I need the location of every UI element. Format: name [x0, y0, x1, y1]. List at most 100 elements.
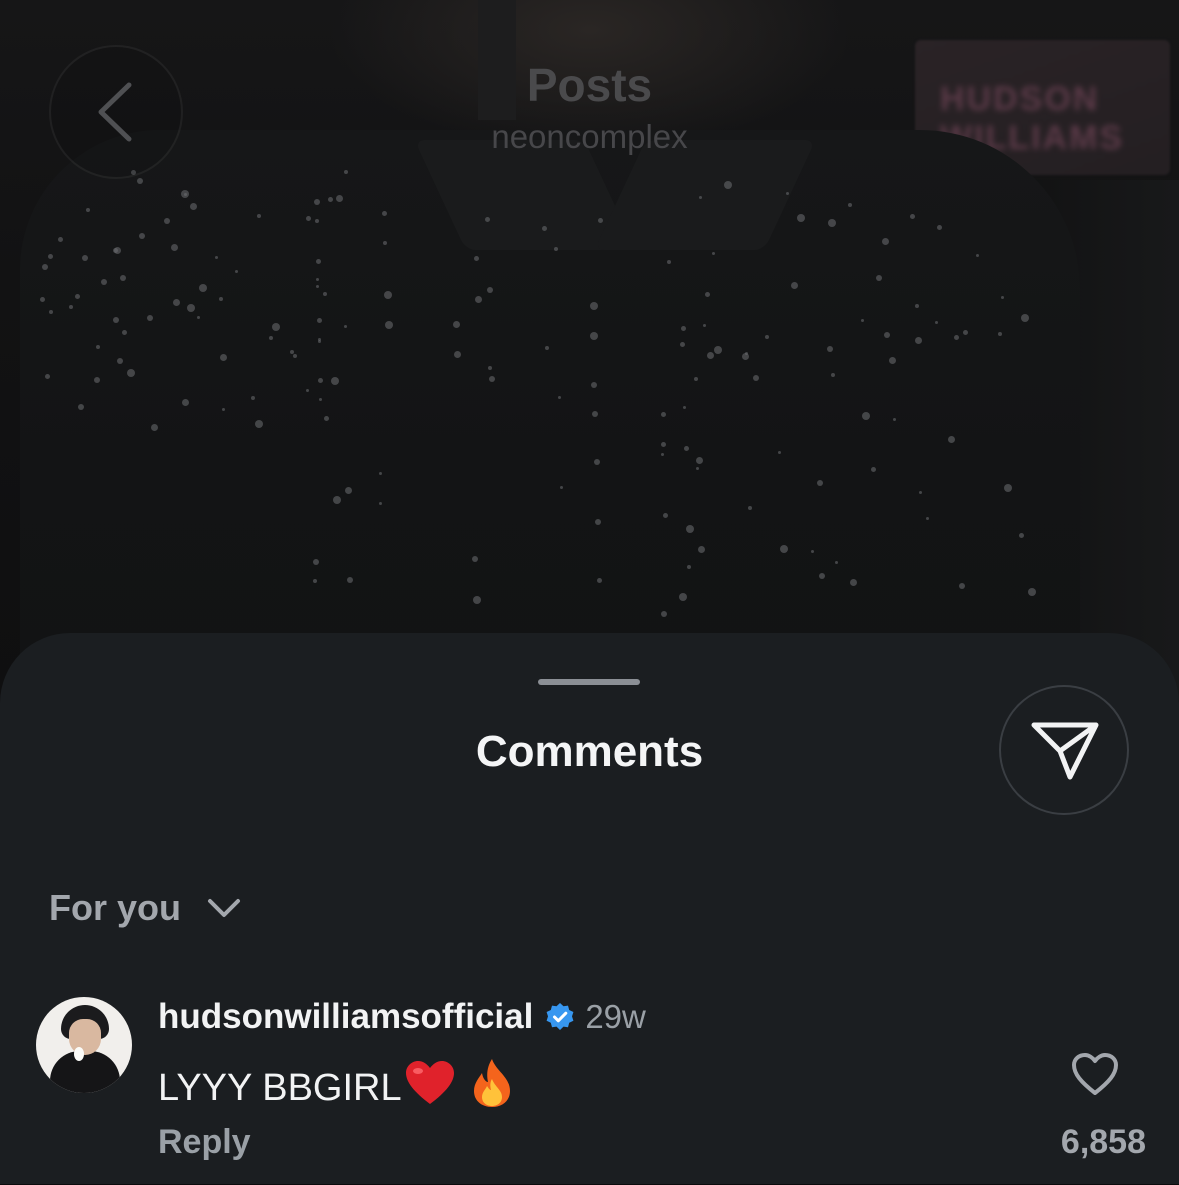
jacket-sparkle [661, 610, 668, 617]
page-title: Posts [526, 59, 653, 111]
jacket-sparkle [256, 213, 261, 218]
jacket-sparkle [785, 192, 789, 196]
comment-item: hudsonwilliamsofficial 29w LYYY BBGIRL R… [0, 995, 1179, 1185]
jacket-sparkle [58, 236, 64, 242]
reply-button[interactable]: Reply [158, 1123, 251, 1162]
jacket-sparkle [40, 296, 46, 302]
jacket-sparkle [696, 466, 699, 470]
jacket-sparkle [100, 279, 107, 285]
jacket-sparkle [827, 345, 834, 352]
jacket-sparkle [318, 397, 322, 401]
jacket-sparkle [384, 320, 393, 329]
jacket-sparkle [713, 346, 722, 355]
jacket-sparkle [485, 216, 491, 222]
jacket-sparkle [1020, 313, 1029, 322]
jacket-sparkle [472, 596, 481, 605]
jacket-sparkle [779, 544, 788, 553]
jacket-sparkle [138, 233, 145, 240]
comment-body: LYYY BBGIRL [158, 1057, 514, 1119]
jacket-sparkle [346, 576, 353, 583]
jacket-sparkle [595, 518, 602, 525]
jacket-sparkle [744, 351, 748, 355]
jacket-sparkle [686, 565, 691, 570]
jacket-sparkle [660, 411, 666, 417]
avatar[interactable] [36, 997, 132, 1093]
jacket-sparkle [777, 450, 781, 454]
jacket-sparkle [453, 351, 461, 359]
jacket-sparkle [860, 318, 864, 322]
jacket-sparkle [810, 550, 814, 554]
jacket-sparkle [997, 331, 1002, 336]
jacket-sparkle [834, 560, 838, 564]
jacket-sparkle [47, 254, 53, 260]
jacket-sparkle [254, 419, 263, 428]
jacket-sparkle [593, 458, 600, 465]
jacket-sparkle [198, 284, 207, 293]
sort-dropdown[interactable]: For you [49, 887, 241, 929]
comments-sheet: Comments For you hudsonwilliamsofficial … [0, 633, 1179, 1184]
jacket-sparkle [215, 255, 219, 259]
jacket-sparkle [330, 376, 339, 385]
jacket-sparkle [889, 356, 897, 364]
jacket-sparkle [116, 357, 123, 364]
jacket-sparkle [486, 286, 493, 293]
jacket-sparkle [81, 254, 88, 261]
jacket-sparkle [796, 213, 805, 222]
jacket-sparkle [596, 578, 602, 584]
jacket-sparkle [959, 582, 966, 589]
jacket-sparkle [723, 181, 732, 190]
jacket-sparkle [663, 512, 669, 518]
jacket-sparkle [378, 472, 382, 476]
jacket-sparkle [220, 353, 228, 361]
jacket-sparkle [953, 334, 959, 340]
comment-text: LYYY BBGIRL [158, 1066, 402, 1109]
jacket-sparkle [190, 202, 198, 210]
jacket-sparkle [975, 254, 979, 258]
jacket-sparkle [137, 177, 144, 184]
jacket-sparkle [589, 302, 598, 311]
jacket-sparkle [752, 375, 759, 381]
jacket-sparkle [112, 317, 119, 324]
jacket-sparkle [962, 330, 968, 336]
avatar-flower [74, 1047, 84, 1061]
jacket-sparkle [488, 376, 495, 383]
jacket-sparkle [1027, 587, 1036, 596]
jacket-sparkle [705, 291, 711, 297]
jacket-sparkle [68, 305, 73, 310]
comment-time: 29w [585, 998, 646, 1035]
jacket-sparkle [791, 281, 799, 289]
jacket-sparkle [315, 258, 321, 264]
chevron-down-icon [208, 899, 240, 917]
jacket-sparkle [343, 324, 347, 328]
share-button[interactable] [999, 685, 1129, 815]
page-subtitle-username[interactable]: neoncomplex [0, 118, 1179, 156]
drag-handle[interactable] [538, 679, 640, 685]
comment-header: hudsonwilliamsofficial 29w [158, 997, 646, 1037]
jacket-sparkle [180, 189, 189, 198]
red-heart-emoji [404, 1060, 456, 1116]
jacket-sparkle [707, 351, 715, 359]
jacket-sparkle [49, 309, 54, 314]
jacket-sparkle [661, 441, 667, 447]
jacket-sparkle [314, 218, 319, 223]
jacket-sparkle [292, 354, 297, 359]
jacket-sparkle [42, 263, 49, 270]
jacket-sparkle [909, 213, 915, 219]
jacket-sparkle [544, 345, 549, 350]
fire-emoji [470, 1057, 514, 1119]
sort-label: For you [49, 887, 181, 928]
heart-outline-icon[interactable] [1070, 1051, 1120, 1097]
jacket-sparkle [597, 218, 603, 223]
jacket-sparkle [120, 274, 127, 281]
jacket-sparkle [827, 219, 836, 228]
jacket-sparkle [847, 202, 852, 207]
jacket-sparkle [870, 467, 876, 473]
jacket-sparkle [289, 350, 294, 355]
jacket-sparkle [271, 322, 280, 331]
jacket-sparkle [559, 485, 563, 489]
send-icon [1031, 722, 1099, 780]
jacket-sparkle [695, 456, 703, 464]
verified-badge-icon [546, 1003, 574, 1030]
comment-username[interactable]: hudsonwilliamsofficial [158, 997, 533, 1037]
jacket-sparkle [849, 578, 857, 586]
